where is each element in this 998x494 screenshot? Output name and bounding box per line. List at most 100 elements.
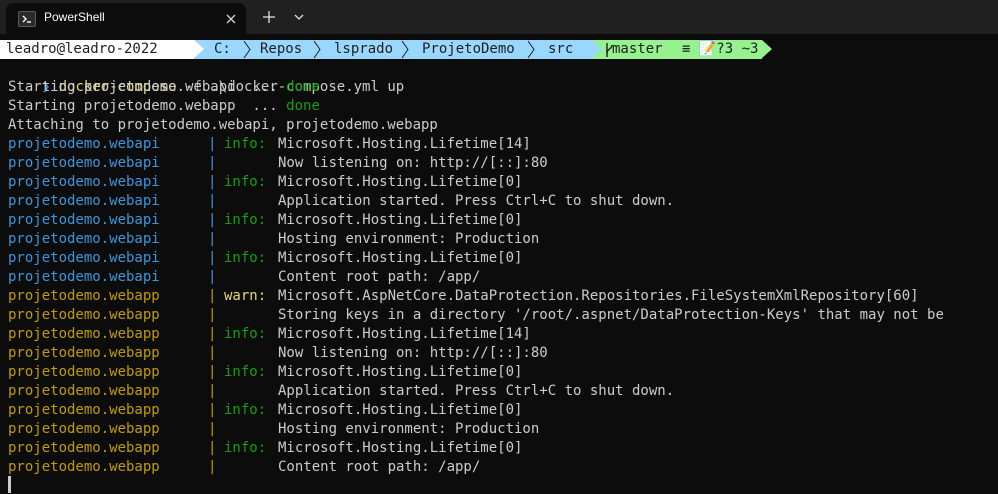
log-lines: projetodemo.webapi | info: Microsoft.Hostin… [8, 135, 998, 477]
log-message: Microsoft.AspNetCore.DataProtection.Repo… [278, 288, 919, 304]
log-pipe: | [208, 326, 217, 342]
prompt-user-segment: leadro@leadro-2022 [0, 40, 194, 59]
log-pipe: | [208, 364, 217, 380]
log-pipe: | [208, 459, 217, 475]
log-message: Microsoft.Hosting.Lifetime[0] [278, 440, 523, 456]
log-service: projetodemo.webapp [8, 288, 160, 304]
log-service: projetodemo.webapp [8, 326, 160, 342]
log-service: projetodemo.webapp [8, 345, 160, 361]
log-line: projetodemo.webapp | Now listening on: htt… [8, 344, 998, 363]
log-pipe: | [208, 212, 217, 228]
startup-line: Starting projetodemo.webapi ... done [8, 78, 998, 97]
log-message: Application started. Press Ctrl+C to shu… [278, 383, 675, 399]
path-part: ProjetoDemo [422, 41, 515, 57]
log-level: warn: [224, 288, 267, 304]
log-pipe: | [208, 174, 217, 190]
command-line: ❯ docker-compose -f .\docker-compose.yml… [8, 59, 998, 95]
log-pipe: | [208, 193, 217, 209]
path-part: Repos [260, 41, 303, 57]
log-pipe: | [208, 136, 217, 152]
log-level: info: [224, 402, 267, 418]
log-service: projetodemo.webapp [8, 440, 160, 456]
log-service: projetodemo.webapi [8, 155, 160, 171]
log-pipe: | [208, 383, 217, 399]
log-service: projetodemo.webapi [8, 193, 160, 209]
log-message: Content root path: /app/ [278, 269, 481, 285]
terminal-output[interactable]: ❯ docker-compose -f .\docker-compose.yml… [8, 59, 998, 477]
log-level: info: [224, 440, 267, 456]
new-tab-button[interactable] [260, 8, 278, 26]
path-separator-icon [313, 40, 321, 59]
plus-icon [263, 11, 275, 23]
log-pipe: | [208, 440, 217, 456]
log-message: Microsoft.Hosting.Lifetime[0] [278, 364, 523, 380]
log-level: info: [224, 250, 267, 266]
log-line: projetodemo.webapi | Application started. … [8, 192, 998, 211]
log-message: Now listening on: http://[::]:80 [278, 155, 548, 171]
log-service: projetodemo.webapp [8, 402, 160, 418]
log-service: projetodemo.webapp [8, 383, 160, 399]
log-service: projetodemo.webapp [8, 421, 160, 437]
log-pipe: | [208, 288, 217, 304]
tab-title: PowerShell [44, 10, 105, 24]
log-level: info: [224, 174, 267, 190]
startup-text: Starting projetodemo.webapp ... [8, 98, 287, 114]
chevron-down-icon [294, 14, 304, 20]
log-level: info: [224, 364, 267, 380]
powerline-arrow-icon [762, 40, 772, 58]
prompt-git-segment: master ≡ 📝?3 ~3 [592, 40, 762, 59]
log-message: Application started. Press Ctrl+C to shu… [278, 193, 675, 209]
log-pipe: | [208, 421, 217, 437]
tab-dropdown-button[interactable] [291, 9, 307, 25]
log-service: projetodemo.webapp [8, 364, 160, 380]
log-pipe: | [208, 250, 217, 266]
log-line: projetodemo.webapi | info: Microsoft.Hostin… [8, 211, 998, 230]
prompt-bar: leadro@leadro-2022 C: Repos lsprado Proj… [0, 40, 998, 59]
log-service: projetodemo.webapi [8, 174, 160, 190]
startup-text: Starting projetodemo.webapi ... [8, 79, 287, 95]
log-message: Microsoft.Hosting.Lifetime[0] [278, 212, 523, 228]
startup-line: Starting projetodemo.webapp ... done [8, 97, 998, 116]
tab-powershell[interactable]: PowerShell [6, 3, 246, 34]
log-line: projetodemo.webapp | warn: Microsoft.AspNet… [8, 287, 998, 306]
log-message: Microsoft.Hosting.Lifetime[14] [278, 326, 531, 342]
log-line: projetodemo.webapp | Content root path: /a… [8, 458, 998, 477]
log-service: projetodemo.webapi [8, 269, 160, 285]
log-line: projetodemo.webapi | info: Microsoft.Hostin… [8, 249, 998, 268]
log-service: projetodemo.webapp [8, 307, 160, 323]
prompt-path-segment: C: Repos lsprado ProjetoDemo src [194, 40, 592, 59]
log-line: projetodemo.webapi | info: Microsoft.Hostin… [8, 135, 998, 154]
path-part: lsprado [334, 41, 394, 57]
powerline-arrow-icon [592, 40, 602, 58]
git-status: ≡ 📝?3 ~3 [682, 41, 759, 57]
startup-status: done [286, 98, 320, 114]
log-pipe: | [208, 345, 217, 361]
log-message: Content root path: /app/ [278, 459, 481, 475]
log-line: projetodemo.webapp | info: Microsoft.Hostin… [8, 439, 998, 458]
log-pipe: | [208, 402, 217, 418]
log-level: info: [224, 136, 267, 152]
log-message: Now listening on: http://[::]:80 [278, 345, 548, 361]
log-line: projetodemo.webapp | info: Microsoft.Hostin… [8, 401, 998, 420]
log-service: projetodemo.webapi [8, 250, 160, 266]
log-level: info: [224, 212, 267, 228]
close-icon[interactable] [224, 11, 238, 25]
attaching-line: Attaching to projetodemo.webapi, projeto… [8, 117, 438, 133]
log-message: Microsoft.Hosting.Lifetime[0] [278, 402, 523, 418]
log-line: projetodemo.webapp | Hosting environment: … [8, 420, 998, 439]
cursor [8, 476, 11, 493]
path-separator-icon [527, 40, 535, 59]
log-service: projetodemo.webapp [8, 459, 160, 475]
powershell-icon [18, 11, 36, 27]
path-separator-icon [401, 40, 409, 59]
powerline-arrow-icon [194, 40, 204, 58]
log-service: projetodemo.webapi [8, 212, 160, 228]
log-pipe: | [208, 155, 217, 171]
log-line: projetodemo.webapp | info: Microsoft.Hostin… [8, 363, 998, 382]
log-message: Hosting environment: Production [278, 421, 540, 437]
log-line: projetodemo.webapi | info: Microsoft.Hostin… [8, 173, 998, 192]
git-branch-name: master [612, 41, 663, 57]
log-line: projetodemo.webapp | Storing keys in a dir… [8, 306, 998, 325]
path-separator-icon [243, 40, 251, 59]
log-level: info: [224, 326, 267, 342]
